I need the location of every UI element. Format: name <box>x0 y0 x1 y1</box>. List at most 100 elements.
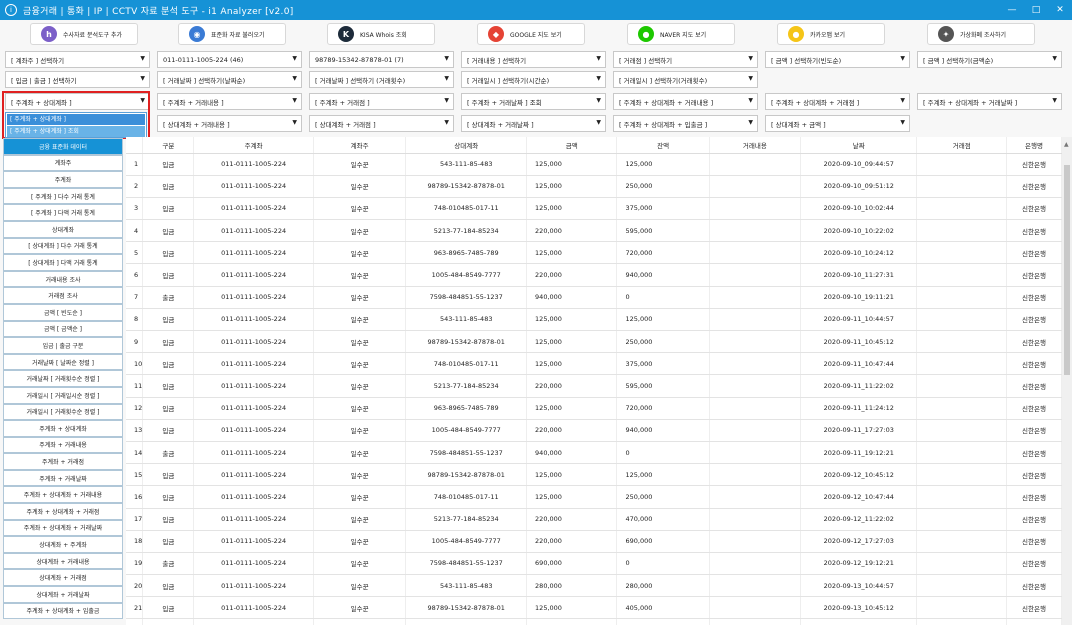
sidebar-item[interactable]: 거래날짜 [ 거래횟수순 정렬 ] <box>3 370 123 387</box>
sidebar-item[interactable]: 거래내용 조사 <box>3 270 123 288</box>
column-header[interactable] <box>126 137 144 154</box>
sidebar-item[interactable]: 주계좌 + 상대계좌 + 거래날짜 <box>3 519 123 537</box>
filter-dropdown[interactable]: [ 주계좌 + 상대계좌 + 거래내용 ] ▼ <box>613 93 758 110</box>
sidebar-item[interactable]: 상대계좌 + 거래점 <box>3 569 123 587</box>
filter-dropdown[interactable]: [ 상대계좌 + 거래내용 ] ▼ <box>157 115 302 132</box>
table-row[interactable]: 20 입금 011-0111-1005-224 일수꾼 543-111-85-483 28… <box>126 574 1062 598</box>
sidebar-item[interactable]: 거래일시 [ 거래일시순 정렬 ] <box>3 386 123 404</box>
maximize-button[interactable]: □ <box>1024 0 1048 20</box>
column-header[interactable]: 금액 <box>526 137 618 154</box>
table-row[interactable]: 8 입금 011-0111-1005-224 일수꾼 543-111-85-483 125… <box>126 308 1062 332</box>
table-row[interactable]: 2 입금 011-0111-1005-224 일수꾼 98789-15342-87878… <box>126 175 1062 198</box>
toolbar-button-1[interactable]: h 수사자료 분석도구 추가 <box>30 23 138 45</box>
table-row[interactable]: 4 입금 011-0111-1005-224 일수꾼 5213-77-184-85234… <box>126 219 1062 243</box>
table-cell: 011-0111-1005-224 <box>193 330 314 354</box>
filter-dropdown[interactable]: [ 주계좌 + 상대계좌 + 거래날짜 ] ▼ <box>917 93 1062 110</box>
column-header[interactable]: 거래내용 <box>709 137 802 154</box>
table-row[interactable]: 11 입금 011-0111-1005-224 일수꾼 5213-77-184-8523… <box>126 374 1062 398</box>
sidebar-item[interactable]: 주계좌 + 거래날짜 <box>3 469 123 487</box>
table-row[interactable]: 10 입금 011-0111-1005-224 일수꾼 748-010485-017-1… <box>126 352 1062 376</box>
toolbar-button-7[interactable]: ✦ 가상화폐 조사하기 <box>927 23 1035 45</box>
dropdown-option[interactable]: [ 주계좌 + 상대계좌 ] <box>7 114 145 125</box>
sidebar-item[interactable]: 거래점 조사 <box>3 287 123 304</box>
table-row[interactable]: 12 입금 011-0111-1005-224 일수꾼 963-8965-7485-78… <box>126 397 1062 420</box>
table-row[interactable]: 18 입금 011-0111-1005-224 일수꾼 1005-484-8549-77… <box>126 530 1062 553</box>
sidebar-item[interactable]: 입금 | 출금 구분 <box>3 337 123 354</box>
filter-dropdown[interactable]: [ 주계좌 + 상대계좌 + 입출금 ] ▼ <box>613 115 758 132</box>
sidebar-item[interactable]: 상대계좌 <box>3 220 123 238</box>
toolbar-button-5[interactable]: ● NAVER 지도 보기 <box>627 23 735 45</box>
sidebar-item[interactable]: 상대계좌 + 주계좌 <box>3 536 123 553</box>
column-header[interactable]: 계좌주 <box>313 137 407 154</box>
filter-dropdown[interactable]: [ 주계좌 + 거래날짜 ] 조회 ▼ <box>461 93 606 110</box>
column-header[interactable]: 날짜 <box>800 137 918 154</box>
sidebar-item[interactable]: 주계좌 + 거래내용 <box>3 436 123 454</box>
table-row[interactable]: 22입금011-0111-1005-224일수꾼748-010485-017-1… <box>126 618 1062 625</box>
filter-dropdown[interactable]: [ 거래날짜 ] 선택하기 (거래횟수) ▼ <box>309 71 454 88</box>
table-row[interactable]: 21 입금 011-0111-1005-224 일수꾼 98789-15342-8787… <box>126 596 1062 620</box>
filter-dropdown[interactable]: [ 계좌주 ] 선택하기 ▼ <box>5 51 150 68</box>
sidebar-item[interactable]: 상대계좌 + 거래날짜 <box>3 586 123 603</box>
filter-dropdown[interactable]: [ 거래날짜 ] 선택하기(날짜순) ▼ <box>157 71 302 88</box>
dropdown-option[interactable]: [ 주계좌 + 상대계좌 ] 조회 <box>7 126 145 137</box>
sidebar-item[interactable]: [ 상대계좌 ] 다수 거래 통계 <box>3 237 123 255</box>
filter-dropdown[interactable]: [ 거래내용 ] 선택하기 ▼ <box>461 51 606 68</box>
filter-dropdown[interactable]: [ 주계좌 + 상대계좌 + 거래점 ] ▼ <box>765 93 910 110</box>
filter-dropdown[interactable]: [ 상대계좌 + 거래날짜 ] ▼ <box>461 115 606 132</box>
sidebar-item[interactable]: 주계좌 + 거래점 <box>3 453 123 470</box>
sidebar-item[interactable]: 주계좌 + 상대계좌 + 거래내용 <box>3 486 123 504</box>
vertical-scrollbar[interactable]: ▲ <box>1062 137 1072 625</box>
filter-dropdown[interactable]: [ 상대계좌 + 금액 ] ▼ <box>765 115 910 132</box>
filter-dropdown[interactable]: [ 거래일시 ] 선택하기(거래횟수) ▼ <box>613 71 758 88</box>
table-row[interactable]: 15 입금 011-0111-1005-224 일수꾼 98789-15342-8787… <box>126 463 1062 487</box>
filter-dropdown[interactable]: [ 거래일시 ] 선택하기(시간순) ▼ <box>461 71 606 88</box>
toolbar-button-3[interactable]: K KISA Whois 조회 <box>327 23 435 45</box>
sidebar-item[interactable]: [ 주계좌 ] 다액 거래 통계 <box>3 204 123 221</box>
table-row[interactable]: 14 출금 011-0111-1005-224 일수꾼 7598-484851-55-1… <box>126 441 1062 465</box>
table-row[interactable]: 19 출금 011-0111-1005-224 일수꾼 7598-484851-55-1… <box>126 552 1062 576</box>
table-row[interactable]: 6 입금 011-0111-1005-224 일수꾼 1005-484-8549-777… <box>126 263 1062 287</box>
sidebar-item[interactable]: 거래일시 [ 거래횟수순 정렬 ] <box>3 403 123 421</box>
sidebar-item[interactable]: 계좌주 <box>3 154 123 172</box>
column-header[interactable]: 주계좌 <box>193 137 314 154</box>
filter-dropdown[interactable]: [ 주계좌 + 거래점 ] ▼ <box>309 93 454 110</box>
table-row[interactable]: 5 입금 011-0111-1005-224 일수꾼 963-8965-7485-789… <box>126 241 1062 265</box>
minimize-button[interactable]: — <box>1000 0 1024 20</box>
column-header[interactable]: 거래점 <box>916 137 1008 154</box>
filter-dropdown[interactable]: 011-0111-1005-224 (46) ▼ <box>157 51 302 68</box>
table-row[interactable]: 13 입금 011-0111-1005-224 일수꾼 1005-484-8549-77… <box>126 419 1062 442</box>
filter-dropdown[interactable]: [ 금액 ] 선택하기(빈도순) ▼ <box>765 51 910 68</box>
filter-dropdown[interactable]: 98789-15342-87878-01 (7) ▼ <box>309 51 454 68</box>
sidebar-item[interactable]: 주계좌 <box>3 171 123 188</box>
filter-dropdown[interactable]: [ 거래점 ] 선택하기 ▼ <box>613 51 758 68</box>
filter-dropdown[interactable]: [ 입금 | 출금 ] 선택하기 ▼ <box>5 71 150 88</box>
toolbar-button-6[interactable]: ● 카카오맵 보기 <box>777 23 885 45</box>
column-header[interactable]: 은행명 <box>1006 137 1062 154</box>
sidebar-item[interactable]: [ 상대계좌 ] 다액 거래 통계 <box>3 254 123 271</box>
close-button[interactable]: ✕ <box>1048 0 1072 20</box>
table-row[interactable]: 7 출금 011-0111-1005-224 일수꾼 7598-484851-55-12… <box>126 286 1062 309</box>
scroll-up-icon[interactable]: ▲ <box>1064 141 1069 148</box>
filter-dropdown[interactable]: [ 주계좌 + 거래내용 ] ▼ <box>157 93 302 110</box>
sidebar-item[interactable]: 금액 [ 빈도순 ] <box>3 303 123 321</box>
filter-dropdown[interactable]: [ 상대계좌 + 거래점 ] ▼ <box>309 115 454 132</box>
table-row[interactable]: 17 입금 011-0111-1005-224 일수꾼 5213-77-184-8523… <box>126 508 1062 531</box>
scroll-thumb[interactable] <box>1064 165 1070 375</box>
column-header[interactable]: 잔액 <box>616 137 710 154</box>
toolbar-button-2[interactable]: ◉ 표준화 자료 불러오기 <box>178 23 286 45</box>
sidebar-item[interactable]: 주계좌 + 상대계좌 + 거래점 <box>3 503 123 520</box>
table-row[interactable]: 16 입금 011-0111-1005-224 일수꾼 748-010485-017-1… <box>126 485 1062 509</box>
sidebar-item[interactable]: 거래날짜 [ 날짜순 정렬 ] <box>3 353 123 371</box>
sidebar-item[interactable]: 주계좌 + 상대계좌 + 입출금 <box>3 602 123 620</box>
column-header[interactable]: 구분 <box>142 137 195 154</box>
table-row[interactable]: 1 입금 011-0111-1005-224 일수꾼 543-111-85-483 125… <box>126 153 1062 176</box>
column-header[interactable]: 상대계좌 <box>405 137 528 154</box>
sidebar-item[interactable]: 상대계좌 + 거래내용 <box>3 552 123 570</box>
sidebar-item[interactable]: [ 주계좌 ] 다수 거래 통계 <box>3 187 123 205</box>
toolbar-button-4[interactable]: ◆ GOOGLE 지도 보기 <box>477 23 585 45</box>
filter-dropdown[interactable]: [ 금액 ] 선택하기(금액순) ▼ <box>917 51 1062 68</box>
table-row[interactable]: 3 입금 011-0111-1005-224 일수꾼 748-010485-017-11… <box>126 197 1062 221</box>
table-row[interactable]: 9 입금 011-0111-1005-224 일수꾼 98789-15342-87878… <box>126 330 1062 354</box>
sidebar-item[interactable]: 금액 [ 금액순 ] <box>3 320 123 338</box>
sidebar-item[interactable]: 주계좌 + 상대계좌 <box>3 420 123 437</box>
